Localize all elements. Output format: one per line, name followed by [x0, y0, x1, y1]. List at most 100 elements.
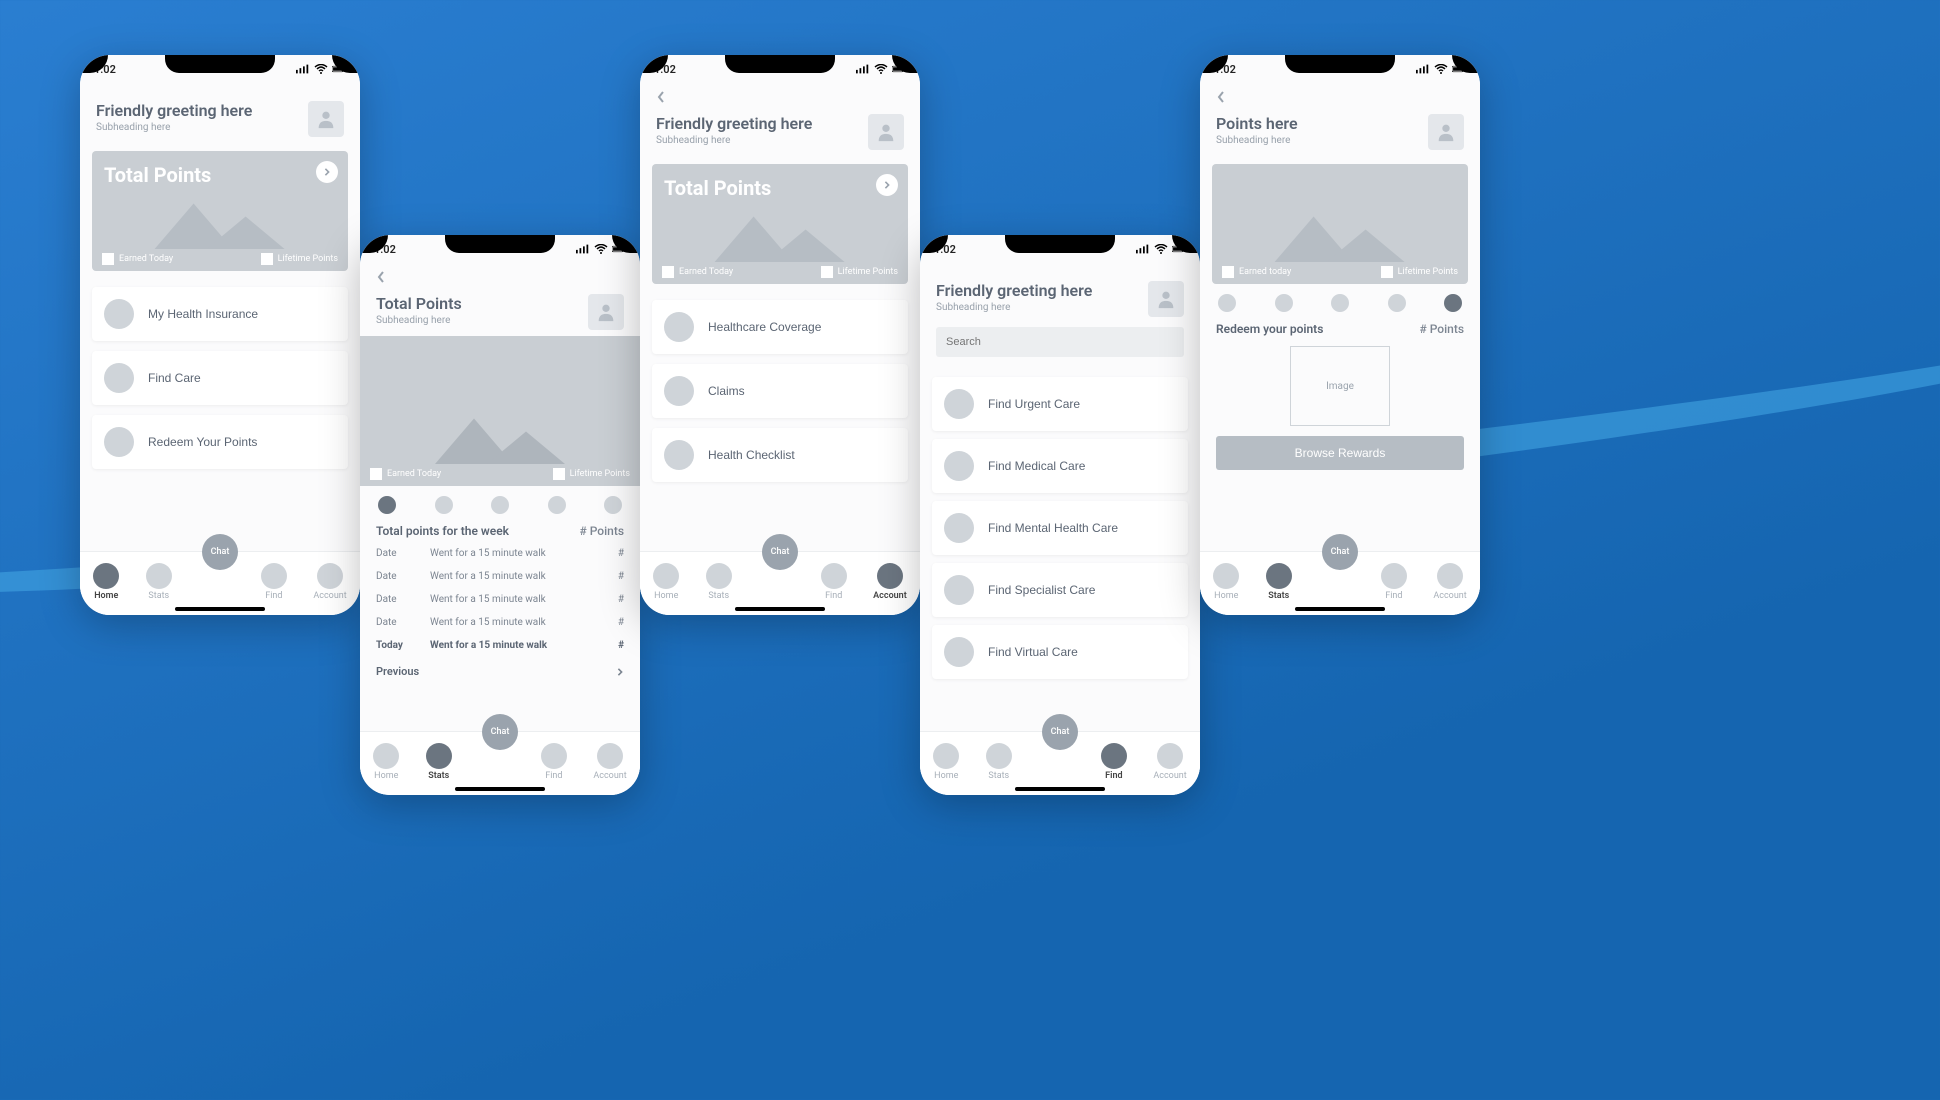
nav-my-health-insurance[interactable]: My Health Insurance	[92, 287, 348, 341]
period-dot[interactable]	[1444, 294, 1462, 312]
tab-find[interactable]: Find	[261, 563, 287, 601]
tab-account[interactable]: Account	[1153, 743, 1186, 781]
period-dot[interactable]	[1388, 294, 1406, 312]
period-dot[interactable]	[548, 496, 566, 514]
tab-account[interactable]: Account	[313, 563, 346, 601]
nav-find-specialist-care[interactable]: Find Specialist Care	[932, 563, 1188, 617]
earned-today-label: Earned Today	[679, 267, 733, 277]
nav-find-care[interactable]: Find Care	[92, 351, 348, 405]
subheading: Subheading here	[96, 122, 252, 133]
greeting: Friendly greeting here	[936, 281, 1092, 300]
page-title: Total Points	[376, 294, 462, 313]
status-bar: 1:02	[360, 235, 640, 263]
points-hero-card: Earned today Lifetime Points	[1212, 164, 1468, 284]
chat-button[interactable]: Chat	[482, 714, 518, 750]
chevron-right-icon	[883, 180, 891, 190]
period-dot[interactable]	[1218, 294, 1236, 312]
status-time: 1:02	[374, 243, 396, 256]
avatar[interactable]	[868, 114, 904, 150]
avatar[interactable]	[1148, 281, 1184, 317]
points-hero-card[interactable]: Total Points Earned Today Lifetime Point…	[652, 164, 908, 284]
greeting: Friendly greeting here	[656, 114, 812, 133]
person-icon	[1155, 288, 1177, 310]
hero-arrow[interactable]	[876, 174, 898, 196]
hero-title: Total Points	[664, 176, 896, 200]
tab-home[interactable]: Home	[93, 563, 119, 601]
nav-find-medical-care[interactable]: Find Medical Care	[932, 439, 1188, 493]
status-time: 1:02	[94, 63, 116, 76]
period-dot[interactable]	[491, 496, 509, 514]
chat-button[interactable]: Chat	[202, 534, 238, 570]
avatar[interactable]	[308, 101, 344, 137]
image-placeholder	[652, 210, 908, 262]
back-button[interactable]	[640, 83, 920, 108]
chat-button[interactable]: Chat	[762, 534, 798, 570]
tab-home[interactable]: Home	[653, 563, 679, 601]
signal-icon	[856, 64, 870, 74]
avatar[interactable]	[588, 294, 624, 330]
search-input[interactable]	[936, 327, 1184, 357]
subheading: Subheading here	[656, 135, 812, 146]
nav-claims[interactable]: Claims	[652, 364, 908, 418]
tab-home[interactable]: Home	[933, 743, 959, 781]
page-title: Points here	[1216, 114, 1298, 133]
period-dot[interactable]	[1275, 294, 1293, 312]
wifi-icon	[1434, 64, 1448, 74]
tab-account[interactable]: Account	[1433, 563, 1466, 601]
previous-button[interactable]: Previous	[360, 657, 640, 686]
tab-bar: Chat Home Stats Find Account	[920, 731, 1200, 795]
nav-find-virtual-care[interactable]: Find Virtual Care	[932, 625, 1188, 679]
tab-bar: Chat Home Stats Find Account	[1200, 551, 1480, 615]
wireframe-stage: 1:02 Friendly greeting here Subheading h…	[0, 0, 1940, 1100]
nav-find-urgent-care[interactable]: Find Urgent Care	[932, 377, 1188, 431]
person-icon	[1435, 121, 1457, 143]
tab-find[interactable]: Find	[1101, 743, 1127, 781]
browse-rewards-button[interactable]: Browse Rewards	[1216, 436, 1464, 470]
tab-bar: Chat Home Stats Find Account	[80, 551, 360, 615]
nav-find-mental-health-care[interactable]: Find Mental Health Care	[932, 501, 1188, 555]
tab-home[interactable]: Home	[373, 743, 399, 781]
battery-icon	[332, 64, 346, 74]
chat-button[interactable]: Chat	[1042, 714, 1078, 750]
tab-find[interactable]: Find	[1381, 563, 1407, 601]
period-selector	[378, 496, 622, 514]
tab-stats[interactable]: Stats	[986, 743, 1012, 781]
period-dot[interactable]	[378, 496, 396, 514]
hero-arrow[interactable]	[316, 161, 338, 183]
back-button[interactable]	[1200, 83, 1480, 108]
nav-health-checklist[interactable]: Health Checklist	[652, 428, 908, 482]
tab-account[interactable]: Account	[873, 563, 907, 601]
person-icon	[315, 108, 337, 130]
tab-stats[interactable]: Stats	[146, 563, 172, 601]
back-button[interactable]	[360, 263, 640, 288]
points-hero-card: Earned Today Lifetime Points	[360, 336, 640, 486]
nav-healthcare-coverage[interactable]: Healthcare Coverage	[652, 300, 908, 354]
chat-button[interactable]: Chat	[1322, 534, 1358, 570]
reward-image-placeholder: Image	[1290, 346, 1390, 426]
lifetime-points-label: Lifetime Points	[278, 254, 338, 264]
points-hero-card[interactable]: Total Points Earned Today Lifetime Point…	[92, 151, 348, 271]
tab-account[interactable]: Account	[593, 743, 626, 781]
period-selector	[1218, 294, 1462, 312]
image-placeholder	[360, 412, 640, 464]
status-bar: 1:02	[920, 235, 1200, 263]
status-time: 1:02	[934, 243, 956, 256]
tab-stats[interactable]: Stats	[706, 563, 732, 601]
period-dot[interactable]	[604, 496, 622, 514]
battery-icon	[1452, 64, 1466, 74]
subheading: Subheading here	[1216, 135, 1298, 146]
tab-find[interactable]: Find	[541, 743, 567, 781]
avatar[interactable]	[1428, 114, 1464, 150]
person-icon	[595, 301, 617, 323]
tab-bar: Chat Home Stats Find Account	[360, 731, 640, 795]
status-bar: 1:02	[1200, 55, 1480, 83]
activity-log: DateWent for a 15 minute walk# DateWent …	[360, 542, 640, 657]
period-dot[interactable]	[435, 496, 453, 514]
nav-redeem-points[interactable]: Redeem Your Points	[92, 415, 348, 469]
tab-stats[interactable]: Stats	[426, 743, 452, 781]
tab-stats[interactable]: Stats	[1266, 563, 1292, 601]
tab-find[interactable]: Find	[821, 563, 847, 601]
wifi-icon	[314, 64, 328, 74]
tab-home[interactable]: Home	[1213, 563, 1239, 601]
period-dot[interactable]	[1331, 294, 1349, 312]
